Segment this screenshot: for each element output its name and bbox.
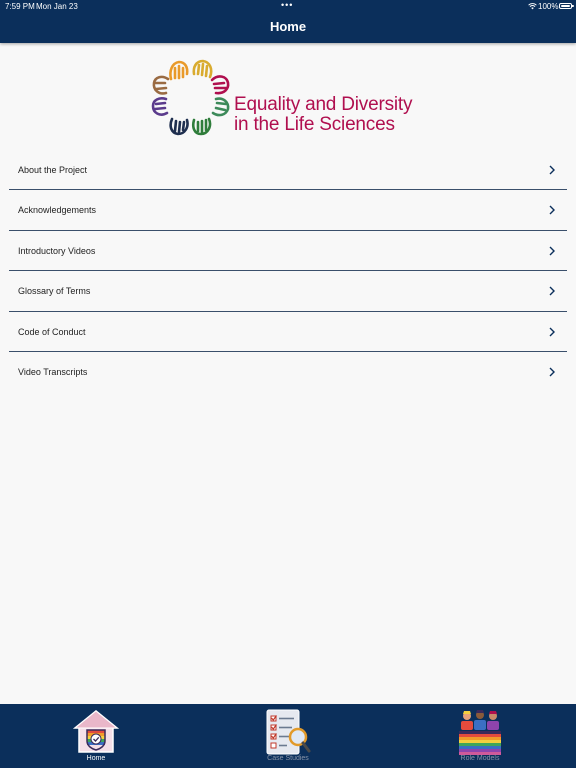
chevron-right-icon (549, 246, 555, 256)
people-books-icon (459, 710, 501, 755)
status-date: Mon Jan 23 (36, 2, 78, 11)
home-shield-icon (73, 710, 119, 753)
logo-title-line2: in the Life Sciences (234, 114, 395, 135)
wifi-icon (528, 3, 537, 10)
menu-item-about-project[interactable]: About the Project (9, 150, 567, 191)
tab-label: Home (86, 755, 106, 762)
chevron-right-icon (549, 367, 555, 377)
tab-label: Case Studies (267, 755, 309, 762)
page-title: Home (269, 19, 307, 34)
chevron-right-icon (549, 205, 555, 215)
battery-percent: 100% (538, 2, 559, 11)
logo-title: Equality and Diversity in the Life Scien… (234, 95, 412, 135)
home-menu-list: About the Project Acknowledgements Intro… (9, 150, 567, 392)
menu-item-label: Glossary of Terms (18, 286, 91, 297)
battery-icon (559, 3, 574, 9)
tab-case-studies[interactable]: Case Studies (228, 704, 348, 768)
menu-item-glossary[interactable]: Glossary of Terms (9, 271, 567, 312)
bottom-tab-bar: Home Case Studies Role Models (0, 704, 576, 768)
app-screen: 7:59 PM Mon Jan 23 ••• 100% Home Equalit… (0, 0, 576, 768)
menu-item-label: Code of Conduct (18, 326, 86, 337)
chevron-right-icon (549, 286, 555, 296)
chevron-right-icon (549, 165, 555, 175)
menu-item-code-of-conduct[interactable]: Code of Conduct (9, 312, 567, 352)
tab-label: Role Models (460, 755, 500, 762)
tab-home[interactable]: Home (36, 704, 156, 768)
equality-diversity-logo: Equality and Diversity in the Life Scien… (150, 57, 425, 139)
checklist-magnifier-icon (266, 709, 311, 755)
logo-title-line1: Equality and Diversity (234, 94, 413, 115)
menu-item-label: About the Project (18, 165, 88, 175)
chevron-right-icon (549, 327, 555, 337)
hands-ring-logo-icon (151, 59, 230, 136)
status-time: 7:59 PM (5, 2, 35, 11)
menu-item-introductory-videos[interactable]: Introductory Videos (9, 231, 567, 272)
multitasking-dots[interactable]: ••• (281, 0, 293, 10)
top-navigation-bar: 7:59 PM Mon Jan 23 ••• 100% Home (0, 0, 576, 43)
tab-role-models[interactable]: Role Models (420, 704, 540, 768)
menu-item-video-transcripts[interactable]: Video Transcripts (9, 352, 567, 392)
menu-item-label: Video Transcripts (18, 366, 88, 377)
menu-item-acknowledgements[interactable]: Acknowledgements (9, 190, 567, 231)
menu-item-label: Acknowledgements (18, 205, 97, 216)
menu-item-label: Introductory Videos (18, 245, 96, 256)
